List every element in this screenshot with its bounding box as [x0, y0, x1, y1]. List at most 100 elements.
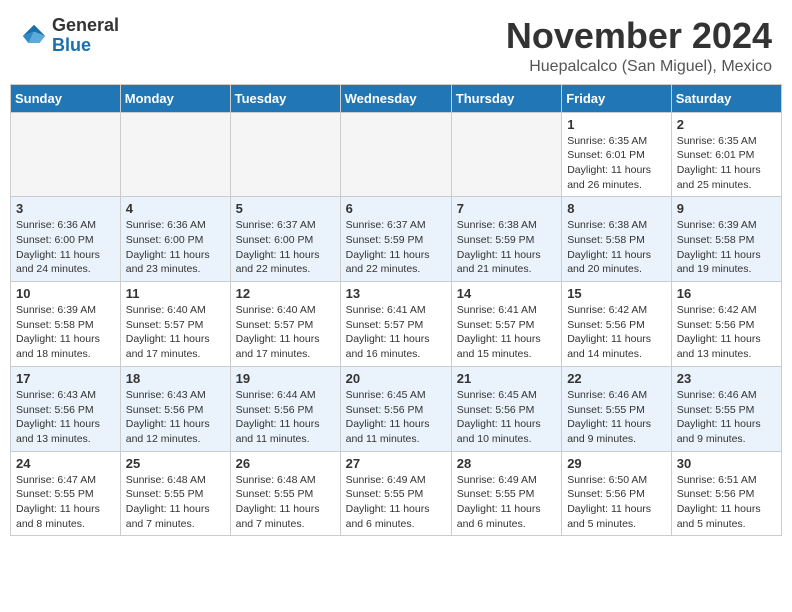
- location-title: Huepalcalco (San Miguel), Mexico: [506, 58, 772, 76]
- day-cell: 19Sunrise: 6:44 AM Sunset: 5:56 PM Dayli…: [230, 366, 340, 451]
- day-cell: 12Sunrise: 6:40 AM Sunset: 5:57 PM Dayli…: [230, 282, 340, 367]
- title-block: November 2024 Huepalcalco (San Miguel), …: [506, 16, 772, 76]
- page-header: General Blue November 2024 Huepalcalco (…: [0, 0, 792, 84]
- day-number: 23: [677, 371, 776, 386]
- day-cell: 4Sunrise: 6:36 AM Sunset: 6:00 PM Daylig…: [120, 197, 230, 282]
- day-number: 25: [126, 456, 225, 471]
- day-info: Sunrise: 6:47 AM Sunset: 5:55 PM Dayligh…: [16, 473, 115, 532]
- day-number: 6: [346, 201, 446, 216]
- day-number: 28: [457, 456, 556, 471]
- day-cell: 14Sunrise: 6:41 AM Sunset: 5:57 PM Dayli…: [451, 282, 561, 367]
- day-number: 22: [567, 371, 666, 386]
- day-number: 4: [126, 201, 225, 216]
- col-header-tuesday: Tuesday: [230, 84, 340, 112]
- day-cell: 25 Sunrise: 6:48 AM Sunset: 5:55 PM Dayli…: [120, 451, 230, 536]
- day-cell: [230, 112, 340, 197]
- day-info: Sunrise: 6:51 AM Sunset: 5:56 PM Dayligh…: [677, 473, 776, 532]
- day-info: Sunrise: 6:46 AM Sunset: 5:55 PM Dayligh…: [567, 388, 666, 447]
- day-cell: 28 Sunrise: 6:49 AM Sunset: 5:55 PM Dayli…: [451, 451, 561, 536]
- day-cell: 16 Sunrise: 6:42 AM Sunset: 5:56 PM Dayli…: [671, 282, 781, 367]
- day-cell: 7 Sunrise: 6:38 AM Sunset: 5:59 PM Daylig…: [451, 197, 561, 282]
- day-cell: 15 Sunrise: 6:42 AM Sunset: 5:56 PM Dayli…: [562, 282, 672, 367]
- week-row-1: 1 Sunrise: 6:35 AM Sunset: 6:01 PM Daylig…: [11, 112, 782, 197]
- day-number: 29: [567, 456, 666, 471]
- day-cell: 8 Sunrise: 6:38 AM Sunset: 5:58 PM Daylig…: [562, 197, 672, 282]
- day-cell: 5 Sunrise: 6:37 AM Sunset: 6:00 PM Daylig…: [230, 197, 340, 282]
- col-header-sunday: Sunday: [11, 84, 121, 112]
- day-number: 30: [677, 456, 776, 471]
- day-info: Sunrise: 6:38 AM Sunset: 5:58 PM Dayligh…: [567, 218, 666, 277]
- day-info: Sunrise: 6:43 AM Sunset: 5:56 PM Dayligh…: [16, 388, 115, 447]
- day-cell: 21Sunrise: 6:45 AM Sunset: 5:56 PM Dayli…: [451, 366, 561, 451]
- day-cell: 27Sunrise: 6:49 AM Sunset: 5:55 PM Dayli…: [340, 451, 451, 536]
- day-number: 24: [16, 456, 115, 471]
- calendar-wrapper: SundayMondayTuesdayWednesdayThursdayFrid…: [0, 84, 792, 547]
- day-number: 17: [16, 371, 115, 386]
- logo-text: General Blue: [52, 16, 119, 56]
- day-number: 13: [346, 286, 446, 301]
- day-number: 5: [236, 201, 335, 216]
- day-info: Sunrise: 6:41 AM Sunset: 5:57 PM Dayligh…: [457, 303, 556, 362]
- day-cell: 17 Sunrise: 6:43 AM Sunset: 5:56 PM Dayli…: [11, 366, 121, 451]
- day-cell: 9Sunrise: 6:39 AM Sunset: 5:58 PM Daylig…: [671, 197, 781, 282]
- day-cell: 29Sunrise: 6:50 AM Sunset: 5:56 PM Dayli…: [562, 451, 672, 536]
- day-cell: 6 Sunrise: 6:37 AM Sunset: 5:59 PM Daylig…: [340, 197, 451, 282]
- day-info: Sunrise: 6:37 AM Sunset: 5:59 PM Dayligh…: [346, 218, 446, 277]
- day-cell: 24 Sunrise: 6:47 AM Sunset: 5:55 PM Dayli…: [11, 451, 121, 536]
- day-cell: [120, 112, 230, 197]
- day-cell: 30 Sunrise: 6:51 AM Sunset: 5:56 PM Dayli…: [671, 451, 781, 536]
- day-cell: 23 Sunrise: 6:46 AM Sunset: 5:55 PM Dayli…: [671, 366, 781, 451]
- logo-blue: Blue: [52, 36, 119, 56]
- col-header-thursday: Thursday: [451, 84, 561, 112]
- col-header-friday: Friday: [562, 84, 672, 112]
- day-info: Sunrise: 6:49 AM Sunset: 5:55 PM Dayligh…: [346, 473, 446, 532]
- day-number: 16: [677, 286, 776, 301]
- day-number: 18: [126, 371, 225, 386]
- day-info: Sunrise: 6:37 AM Sunset: 6:00 PM Dayligh…: [236, 218, 335, 277]
- day-info: Sunrise: 6:48 AM Sunset: 5:55 PM Dayligh…: [236, 473, 335, 532]
- day-number: 8: [567, 201, 666, 216]
- logo: General Blue: [20, 16, 119, 56]
- day-number: 1: [567, 117, 666, 132]
- day-info: Sunrise: 6:43 AM Sunset: 5:56 PM Dayligh…: [126, 388, 225, 447]
- day-cell: 18 Sunrise: 6:43 AM Sunset: 5:56 PM Dayli…: [120, 366, 230, 451]
- week-row-4: 17 Sunrise: 6:43 AM Sunset: 5:56 PM Dayli…: [11, 366, 782, 451]
- header-row: SundayMondayTuesdayWednesdayThursdayFrid…: [11, 84, 782, 112]
- day-info: Sunrise: 6:48 AM Sunset: 5:55 PM Dayligh…: [126, 473, 225, 532]
- day-number: 19: [236, 371, 335, 386]
- day-number: 15: [567, 286, 666, 301]
- day-cell: 11Sunrise: 6:40 AM Sunset: 5:57 PM Dayli…: [120, 282, 230, 367]
- logo-icon: [20, 22, 48, 50]
- day-cell: 1Sunrise: 6:35 AM Sunset: 6:01 PM Daylig…: [562, 112, 672, 197]
- calendar-table: SundayMondayTuesdayWednesdayThursdayFrid…: [10, 84, 782, 537]
- logo-general: General: [52, 16, 119, 36]
- day-number: 3: [16, 201, 115, 216]
- day-info: Sunrise: 6:42 AM Sunset: 5:56 PM Dayligh…: [567, 303, 666, 362]
- day-cell: 2 Sunrise: 6:35 AM Sunset: 6:01 PM Daylig…: [671, 112, 781, 197]
- day-info: Sunrise: 6:42 AM Sunset: 5:56 PM Dayligh…: [677, 303, 776, 362]
- day-cell: 13Sunrise: 6:41 AM Sunset: 5:57 PM Dayli…: [340, 282, 451, 367]
- day-cell: 10Sunrise: 6:39 AM Sunset: 5:58 PM Dayli…: [11, 282, 121, 367]
- day-info: Sunrise: 6:38 AM Sunset: 5:59 PM Dayligh…: [457, 218, 556, 277]
- day-cell: [11, 112, 121, 197]
- day-number: 9: [677, 201, 776, 216]
- day-number: 2: [677, 117, 776, 132]
- day-info: Sunrise: 6:46 AM Sunset: 5:55 PM Dayligh…: [677, 388, 776, 447]
- day-number: 7: [457, 201, 556, 216]
- week-row-3: 10Sunrise: 6:39 AM Sunset: 5:58 PM Dayli…: [11, 282, 782, 367]
- day-cell: 26 Sunrise: 6:48 AM Sunset: 5:55 PM Dayli…: [230, 451, 340, 536]
- day-number: 11: [126, 286, 225, 301]
- day-cell: 22 Sunrise: 6:46 AM Sunset: 5:55 PM Dayli…: [562, 366, 672, 451]
- day-info: Sunrise: 6:49 AM Sunset: 5:55 PM Dayligh…: [457, 473, 556, 532]
- day-info: Sunrise: 6:45 AM Sunset: 5:56 PM Dayligh…: [457, 388, 556, 447]
- day-cell: 20Sunrise: 6:45 AM Sunset: 5:56 PM Dayli…: [340, 366, 451, 451]
- day-number: 12: [236, 286, 335, 301]
- day-number: 26: [236, 456, 335, 471]
- day-info: Sunrise: 6:36 AM Sunset: 6:00 PM Dayligh…: [16, 218, 115, 277]
- day-cell: [340, 112, 451, 197]
- col-header-monday: Monday: [120, 84, 230, 112]
- col-header-saturday: Saturday: [671, 84, 781, 112]
- day-info: Sunrise: 6:35 AM Sunset: 6:01 PM Dayligh…: [677, 134, 776, 193]
- day-number: 20: [346, 371, 446, 386]
- week-row-2: 3 Sunrise: 6:36 AM Sunset: 6:00 PM Daylig…: [11, 197, 782, 282]
